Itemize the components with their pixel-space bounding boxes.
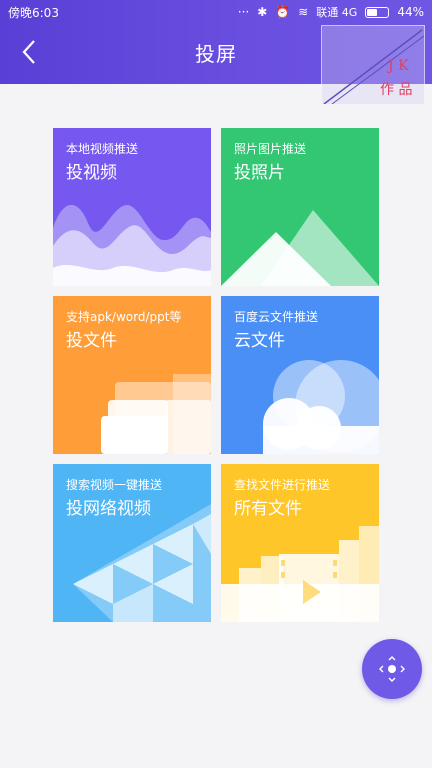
tile-cast-web-video[interactable]: 搜索视频一键推送 投网络视频 <box>53 464 211 622</box>
battery-percent: 44% <box>397 5 424 19</box>
app-header: 傍晚6:03 ··· ✱ ⏰ ≋ 联通 4G 44% 投屏 J K 作 品 <box>0 0 432 105</box>
tile-subtitle: 搜索视频一键推送 <box>66 478 163 492</box>
status-right: ··· ✱ ⏰ ≋ 联通 4G 44% <box>238 4 424 20</box>
tile-title: 投视频 <box>66 163 117 183</box>
status-time: 傍晚6:03 <box>8 6 59 20</box>
tile-cast-photo[interactable]: 照片图片推送 投照片 <box>221 128 379 286</box>
tile-subtitle: 查找文件进行推送 <box>234 478 331 492</box>
tile-all-files[interactable]: 查找文件进行推送 所有文件 <box>221 464 379 622</box>
tile-title: 云文件 <box>234 331 285 351</box>
cast-options-grid: 本地视频推送 投视频 照片图片推送 投照片 支持apk/word/ppt等 投文… <box>53 128 379 622</box>
tile-title: 投照片 <box>234 163 285 183</box>
bluetooth-icon: ✱ <box>257 5 268 19</box>
status-bar: 傍晚6:03 ··· ✱ ⏰ ≋ 联通 4G 44% <box>0 0 432 24</box>
tile-subtitle: 照片图片推送 <box>234 142 307 156</box>
tile-subtitle: 支持apk/word/ppt等 <box>66 310 182 324</box>
tile-title: 所有文件 <box>234 499 302 519</box>
tile-cast-video[interactable]: 本地视频推送 投视频 <box>53 128 211 286</box>
alarm-icon: ⏰ <box>275 5 291 19</box>
tile-cast-file[interactable]: 支持apk/word/ppt等 投文件 <box>53 296 211 454</box>
direction-pad-icon <box>379 656 405 682</box>
tile-cloud-file[interactable]: 百度云文件推送 云文件 <box>221 296 379 454</box>
more-dots-icon: ··· <box>237 5 250 19</box>
tile-title: 投网络视频 <box>66 499 151 519</box>
tile-subtitle: 百度云文件推送 <box>234 310 319 324</box>
carrier-label: 联通 4G <box>316 6 358 19</box>
svg-text:J K: J K <box>386 58 409 74</box>
tile-subtitle: 本地视频推送 <box>66 142 139 156</box>
battery-icon <box>365 6 390 18</box>
watermark-logo: J K 作 品 <box>321 25 425 105</box>
wifi-icon: ≋ <box>298 5 309 19</box>
remote-control-button[interactable] <box>362 639 422 699</box>
svg-text:作 品: 作 品 <box>380 82 412 98</box>
tile-title: 投文件 <box>66 331 117 351</box>
